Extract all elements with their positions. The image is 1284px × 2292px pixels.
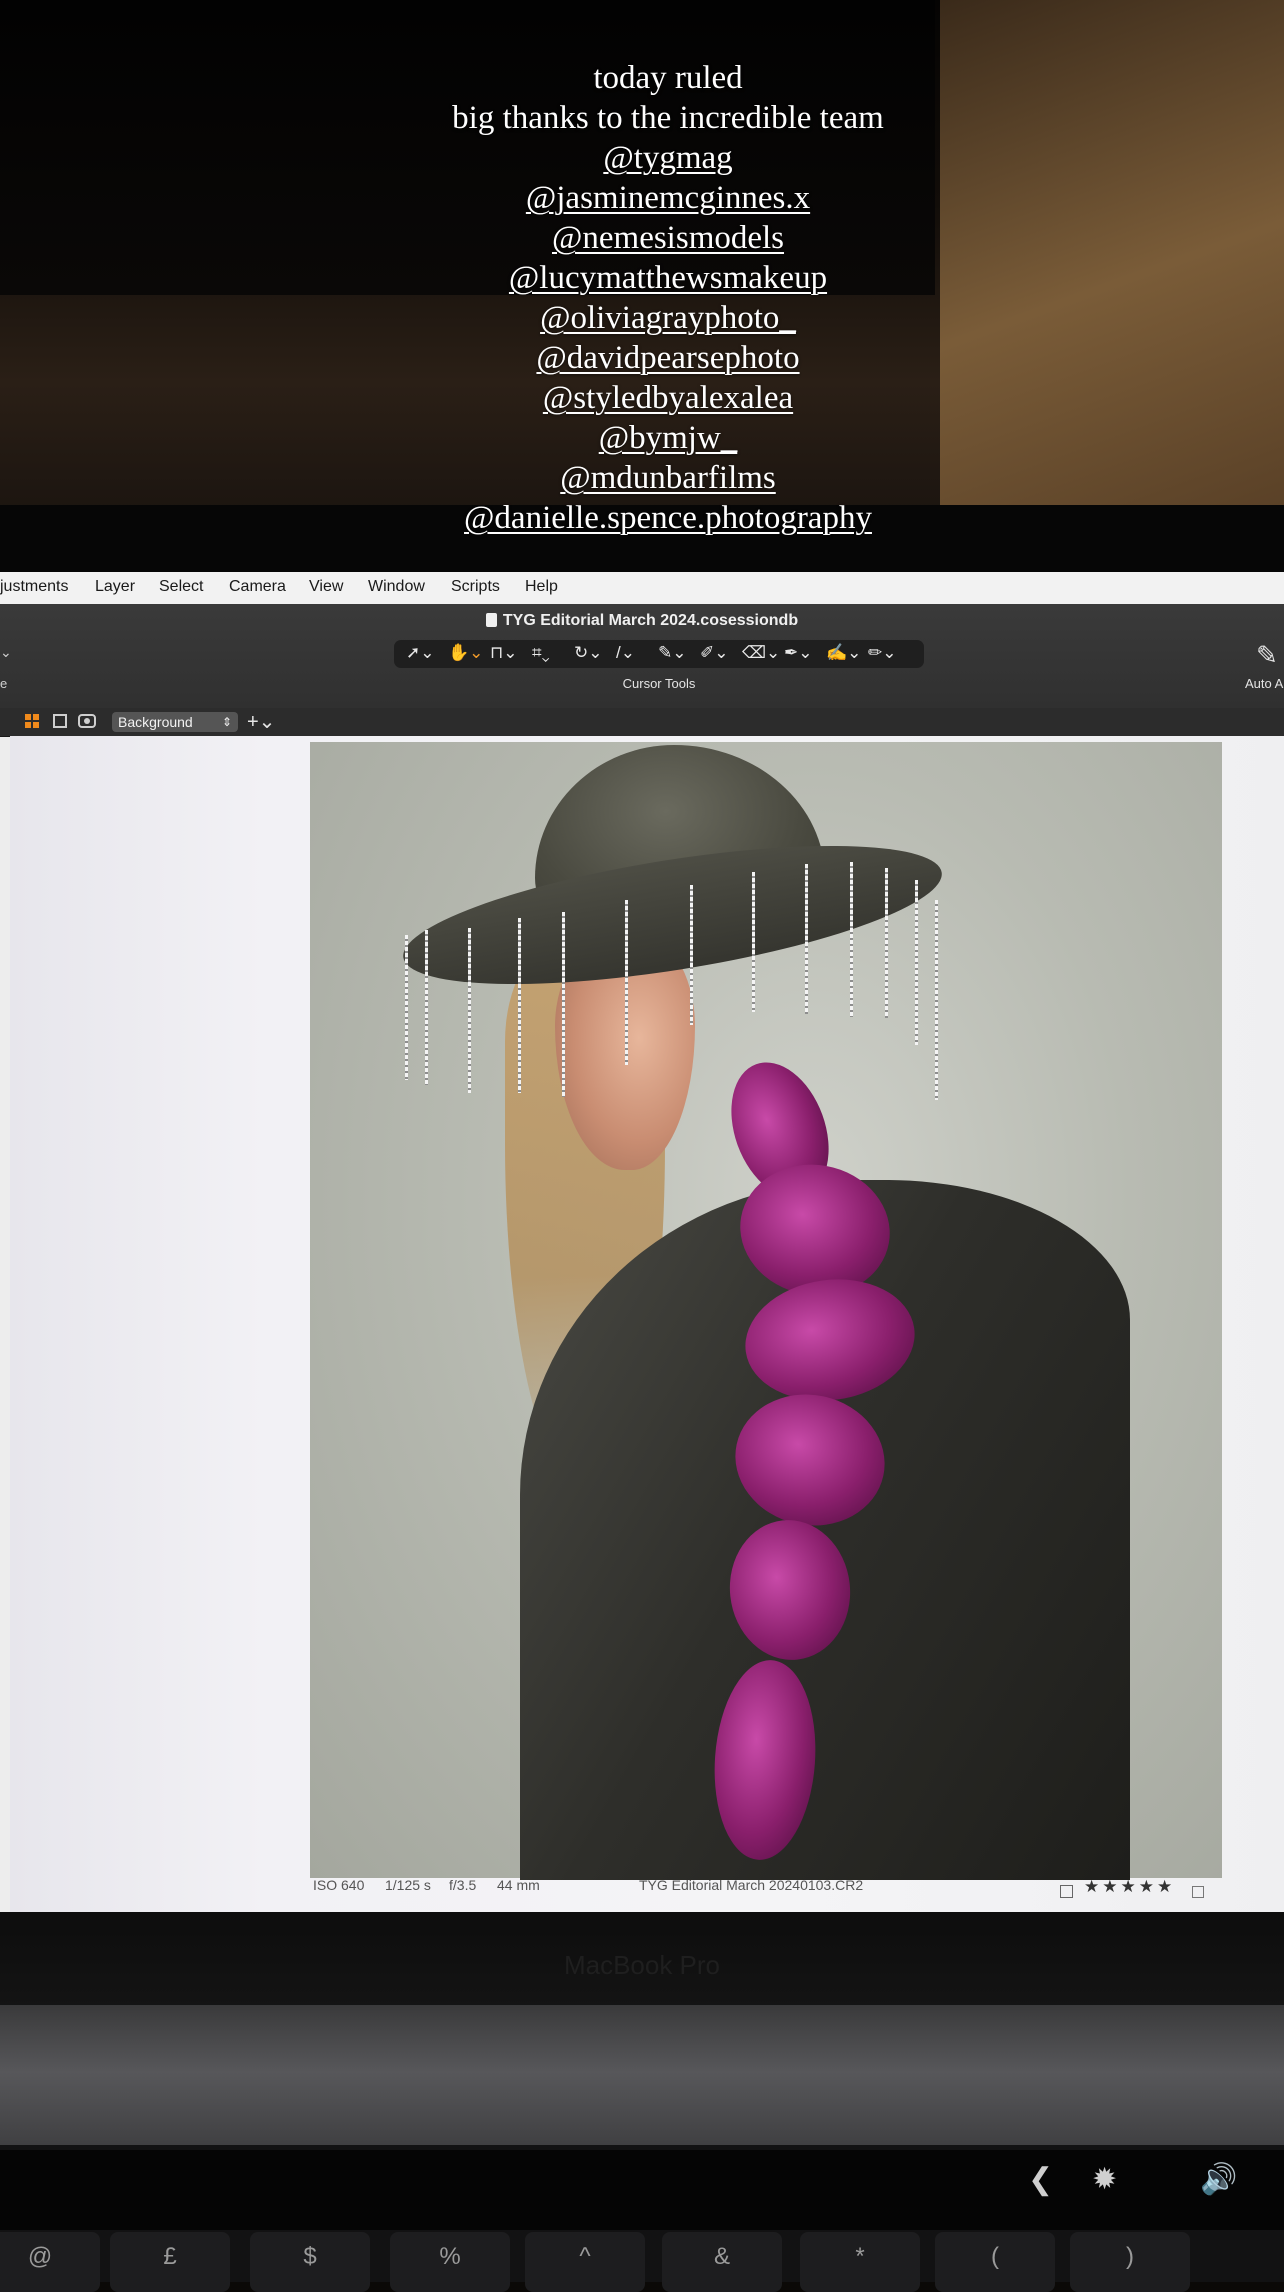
document-title: TYG Editorial March 2024.cosessiondb (0, 612, 1284, 630)
window-titlebar: TYG Editorial March 2024.cosessiondb ⌄ ➚… (0, 604, 1284, 708)
photo-fringe (805, 864, 808, 1014)
crop-icon[interactable]: ⌗⌄ (532, 643, 550, 663)
mention-link[interactable]: @styledbyalexalea (543, 380, 793, 416)
picker-icon[interactable]: ✎⌄ (658, 643, 687, 663)
select-cursor-icon[interactable]: ➚⌄ (406, 643, 435, 663)
photo-fringe (915, 880, 918, 1045)
mention-link[interactable]: @jasminemcginnes.x (526, 180, 810, 216)
mention-link[interactable]: @oliviagrayphoto_ (540, 300, 796, 336)
document-title-text: TYG Editorial March 2024.cosessiondb (502, 612, 799, 629)
mention-link[interactable]: @nemesismodels (552, 220, 784, 256)
photo-fringe (468, 928, 471, 1093)
key-0[interactable]: ) (1070, 2232, 1190, 2292)
shutter-value: 1/125 s (385, 1877, 431, 1893)
rotate-icon[interactable]: ↻⌄ (574, 643, 603, 663)
star-rating[interactable]: ★★★★★ (1084, 1877, 1175, 1897)
photo-fringe (850, 862, 853, 1017)
menu-view[interactable]: View (309, 578, 343, 596)
mention-link[interactable]: @bymjw_ (599, 420, 738, 456)
straighten-icon[interactable]: /⌄ (616, 643, 635, 663)
key-5[interactable]: % (390, 2232, 510, 2292)
photo-fringe (690, 885, 693, 1025)
cursor-tools-bar: ➚⌄ ✋⌄ ⊓⌄ ⌗⌄ ↻⌄ /⌄ ✎⌄ ✐⌄ ⌫⌄ ✒⌄ ✍⌄ ✏⌄ (394, 640, 924, 668)
updown-icon: ⇕ (221, 715, 232, 729)
caption-line: today ruled (593, 60, 743, 96)
key-9[interactable]: ( (935, 2232, 1055, 2292)
brush-icon[interactable]: ✐⌄ (700, 643, 729, 663)
brightness-icon[interactable]: ✹ (1092, 2162, 1117, 2197)
iso-value: ISO 640 (313, 1877, 365, 1893)
annotate-icon[interactable]: ✍⌄ (826, 643, 861, 663)
photo-fringe (425, 930, 428, 1085)
key-6[interactable]: ^ (525, 2232, 645, 2292)
viewer-toolbar: Background ⇕ +⌄ (0, 708, 1284, 737)
eraser-icon[interactable]: ⌫⌄ (742, 643, 780, 663)
laptop-model-label: MacBook Pro (563, 1950, 721, 1980)
photo-fringe (518, 918, 521, 1093)
key-7[interactable]: & (662, 2232, 782, 2292)
aperture-value: f/3.5 (449, 1877, 477, 1893)
document-icon (485, 613, 497, 627)
key-4[interactable]: $ (250, 2232, 370, 2292)
menu-bar: justments Layer Select Camera View Windo… (0, 572, 1284, 605)
mention-link[interactable]: @danielle.spence.photography (464, 500, 872, 536)
key-8[interactable]: * (800, 2232, 920, 2292)
menu-adjustments[interactable]: justments (0, 578, 68, 596)
select-checkbox[interactable] (1060, 1885, 1073, 1898)
multi-view-icon[interactable] (25, 714, 39, 728)
layer-select[interactable]: Background ⇕ (112, 712, 238, 732)
story-caption: today ruled big thanks to the incredible… (0, 58, 1284, 538)
chevron-left-icon[interactable]: ❮ (1028, 2162, 1053, 2197)
menu-select[interactable]: Select (159, 578, 203, 596)
mention-link[interactable]: @lucymatthewsmakeup (509, 260, 827, 296)
mention-link[interactable]: @mdunbarfilms (560, 460, 776, 496)
image-filename: TYG Editorial March 20240103.CR2 (639, 1877, 864, 1893)
menu-help[interactable]: Help (525, 578, 558, 596)
color-picker-icon[interactable]: ✒⌄ (784, 643, 813, 663)
focal-length-value: 44 mm (497, 1877, 540, 1893)
pen-icon[interactable]: ✏⌄ (868, 643, 897, 663)
cursor-tools-label: Cursor Tools (622, 676, 696, 691)
reject-icon[interactable] (1192, 1886, 1204, 1898)
key-2[interactable]: @ (0, 2232, 100, 2292)
photo-fringe (625, 900, 628, 1065)
photo-fringe (885, 868, 888, 1018)
add-layer-icon[interactable]: +⌄ (247, 709, 275, 734)
chevron-down-icon[interactable]: ⌄ (0, 644, 12, 661)
mention-link[interactable]: @davidpearsephoto (536, 340, 799, 376)
left-panel-label: e (0, 676, 8, 691)
single-view-icon[interactable] (53, 714, 67, 728)
key-3[interactable]: £ (110, 2232, 230, 2292)
hand-icon[interactable]: ✋⌄ (448, 643, 483, 663)
proof-eye-icon[interactable] (78, 714, 96, 728)
laptop-hinge (0, 2005, 1284, 2155)
caption-line: big thanks to the incredible team (452, 100, 884, 136)
photo-fringe (935, 900, 938, 1100)
auto-adjust-label: Auto A (1245, 676, 1284, 691)
volume-icon[interactable]: 🔊 (1200, 2162, 1237, 2197)
mention-link[interactable]: @tygmag (603, 140, 732, 176)
menu-camera[interactable]: Camera (229, 578, 286, 596)
photo-fringe (405, 935, 408, 1080)
menu-scripts[interactable]: Scripts (451, 578, 500, 596)
photo-fringe (752, 872, 755, 1012)
menu-window[interactable]: Window (368, 578, 425, 596)
crop-stamp-icon[interactable]: ⊓⌄ (490, 643, 518, 663)
layer-select-value: Background (118, 714, 193, 730)
auto-adjust-icon[interactable]: ✎ (1256, 640, 1278, 671)
photo-fringe (562, 912, 565, 1097)
menu-layer[interactable]: Layer (95, 578, 135, 596)
